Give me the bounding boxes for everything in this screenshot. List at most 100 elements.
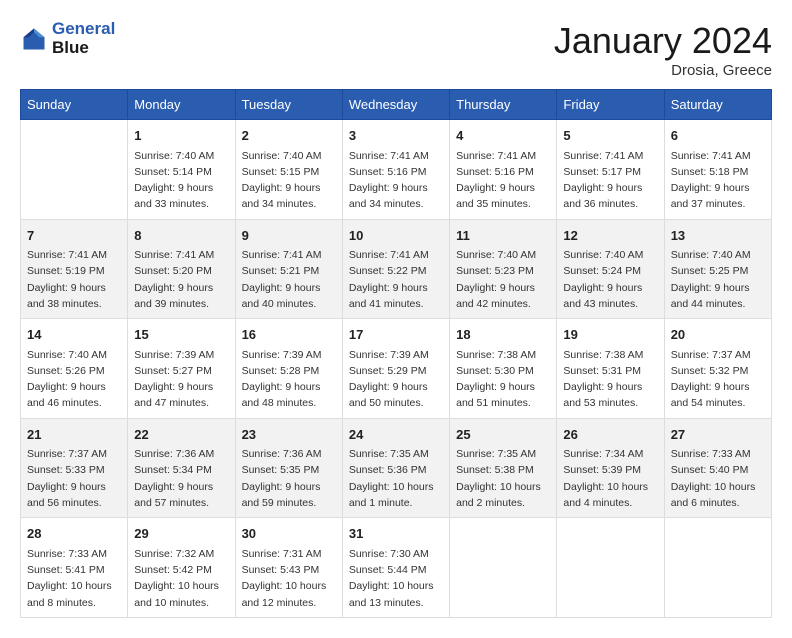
day-info: Sunrise: 7:33 AMSunset: 5:41 PMDaylight:… — [27, 546, 121, 611]
calendar-cell: 6Sunrise: 7:41 AMSunset: 5:18 PMDaylight… — [664, 120, 771, 220]
weekday-header-friday: Friday — [557, 90, 664, 120]
calendar-body: 1Sunrise: 7:40 AMSunset: 5:14 PMDaylight… — [21, 120, 772, 618]
day-number: 3 — [349, 126, 443, 146]
calendar-cell: 31Sunrise: 7:30 AMSunset: 5:44 PMDayligh… — [342, 518, 449, 618]
day-info: Sunrise: 7:41 AMSunset: 5:16 PMDaylight:… — [456, 148, 550, 213]
title-block: January 2024 Drosia, Greece — [554, 20, 772, 79]
calendar-cell: 2Sunrise: 7:40 AMSunset: 5:15 PMDaylight… — [235, 120, 342, 220]
calendar-cell: 15Sunrise: 7:39 AMSunset: 5:27 PMDayligh… — [128, 319, 235, 419]
calendar-cell: 17Sunrise: 7:39 AMSunset: 5:29 PMDayligh… — [342, 319, 449, 419]
day-info: Sunrise: 7:32 AMSunset: 5:42 PMDaylight:… — [134, 546, 228, 611]
day-number: 6 — [671, 126, 765, 146]
day-number: 13 — [671, 226, 765, 246]
day-info: Sunrise: 7:31 AMSunset: 5:43 PMDaylight:… — [242, 546, 336, 611]
calendar-cell: 14Sunrise: 7:40 AMSunset: 5:26 PMDayligh… — [21, 319, 128, 419]
day-info: Sunrise: 7:35 AMSunset: 5:36 PMDaylight:… — [349, 446, 443, 511]
calendar-cell: 25Sunrise: 7:35 AMSunset: 5:38 PMDayligh… — [450, 418, 557, 518]
day-info: Sunrise: 7:41 AMSunset: 5:17 PMDaylight:… — [563, 148, 657, 213]
calendar-cell — [450, 518, 557, 618]
day-number: 9 — [242, 226, 336, 246]
calendar-cell — [664, 518, 771, 618]
logo-icon — [20, 25, 48, 53]
day-number: 17 — [349, 325, 443, 345]
day-number: 30 — [242, 524, 336, 544]
day-number: 15 — [134, 325, 228, 345]
day-number: 12 — [563, 226, 657, 246]
calendar-cell: 5Sunrise: 7:41 AMSunset: 5:17 PMDaylight… — [557, 120, 664, 220]
calendar-week-1: 1Sunrise: 7:40 AMSunset: 5:14 PMDaylight… — [21, 120, 772, 220]
calendar-cell: 24Sunrise: 7:35 AMSunset: 5:36 PMDayligh… — [342, 418, 449, 518]
day-number: 8 — [134, 226, 228, 246]
weekday-header-saturday: Saturday — [664, 90, 771, 120]
day-number: 11 — [456, 226, 550, 246]
calendar-cell: 12Sunrise: 7:40 AMSunset: 5:24 PMDayligh… — [557, 219, 664, 319]
calendar-cell: 1Sunrise: 7:40 AMSunset: 5:14 PMDaylight… — [128, 120, 235, 220]
calendar-week-4: 21Sunrise: 7:37 AMSunset: 5:33 PMDayligh… — [21, 418, 772, 518]
calendar-cell: 29Sunrise: 7:32 AMSunset: 5:42 PMDayligh… — [128, 518, 235, 618]
day-info: Sunrise: 7:41 AMSunset: 5:22 PMDaylight:… — [349, 247, 443, 312]
calendar-cell: 8Sunrise: 7:41 AMSunset: 5:20 PMDaylight… — [128, 219, 235, 319]
day-number: 21 — [27, 425, 121, 445]
day-number: 1 — [134, 126, 228, 146]
day-info: Sunrise: 7:34 AMSunset: 5:39 PMDaylight:… — [563, 446, 657, 511]
day-number: 7 — [27, 226, 121, 246]
day-info: Sunrise: 7:40 AMSunset: 5:14 PMDaylight:… — [134, 148, 228, 213]
day-number: 24 — [349, 425, 443, 445]
calendar-cell: 4Sunrise: 7:41 AMSunset: 5:16 PMDaylight… — [450, 120, 557, 220]
calendar-cell: 9Sunrise: 7:41 AMSunset: 5:21 PMDaylight… — [235, 219, 342, 319]
calendar-table: SundayMondayTuesdayWednesdayThursdayFrid… — [20, 89, 772, 618]
calendar-cell: 20Sunrise: 7:37 AMSunset: 5:32 PMDayligh… — [664, 319, 771, 419]
calendar-cell: 13Sunrise: 7:40 AMSunset: 5:25 PMDayligh… — [664, 219, 771, 319]
day-info: Sunrise: 7:41 AMSunset: 5:19 PMDaylight:… — [27, 247, 121, 312]
logo: General Blue — [20, 20, 115, 57]
weekday-header-monday: Monday — [128, 90, 235, 120]
calendar-cell: 21Sunrise: 7:37 AMSunset: 5:33 PMDayligh… — [21, 418, 128, 518]
calendar-cell: 10Sunrise: 7:41 AMSunset: 5:22 PMDayligh… — [342, 219, 449, 319]
day-number: 28 — [27, 524, 121, 544]
day-info: Sunrise: 7:38 AMSunset: 5:31 PMDaylight:… — [563, 347, 657, 412]
day-info: Sunrise: 7:38 AMSunset: 5:30 PMDaylight:… — [456, 347, 550, 412]
day-info: Sunrise: 7:36 AMSunset: 5:34 PMDaylight:… — [134, 446, 228, 511]
calendar-cell: 26Sunrise: 7:34 AMSunset: 5:39 PMDayligh… — [557, 418, 664, 518]
calendar-cell: 27Sunrise: 7:33 AMSunset: 5:40 PMDayligh… — [664, 418, 771, 518]
day-info: Sunrise: 7:39 AMSunset: 5:29 PMDaylight:… — [349, 347, 443, 412]
day-info: Sunrise: 7:37 AMSunset: 5:33 PMDaylight:… — [27, 446, 121, 511]
day-number: 22 — [134, 425, 228, 445]
calendar-cell — [557, 518, 664, 618]
calendar-cell: 3Sunrise: 7:41 AMSunset: 5:16 PMDaylight… — [342, 120, 449, 220]
calendar-cell: 18Sunrise: 7:38 AMSunset: 5:30 PMDayligh… — [450, 319, 557, 419]
day-number: 5 — [563, 126, 657, 146]
day-info: Sunrise: 7:41 AMSunset: 5:18 PMDaylight:… — [671, 148, 765, 213]
day-info: Sunrise: 7:40 AMSunset: 5:25 PMDaylight:… — [671, 247, 765, 312]
day-number: 19 — [563, 325, 657, 345]
day-info: Sunrise: 7:39 AMSunset: 5:27 PMDaylight:… — [134, 347, 228, 412]
day-info: Sunrise: 7:41 AMSunset: 5:20 PMDaylight:… — [134, 247, 228, 312]
calendar-cell: 19Sunrise: 7:38 AMSunset: 5:31 PMDayligh… — [557, 319, 664, 419]
calendar-cell: 30Sunrise: 7:31 AMSunset: 5:43 PMDayligh… — [235, 518, 342, 618]
day-number: 23 — [242, 425, 336, 445]
day-number: 20 — [671, 325, 765, 345]
weekday-header-thursday: Thursday — [450, 90, 557, 120]
day-number: 18 — [456, 325, 550, 345]
day-number: 25 — [456, 425, 550, 445]
day-number: 2 — [242, 126, 336, 146]
calendar-header: SundayMondayTuesdayWednesdayThursdayFrid… — [21, 90, 772, 120]
day-info: Sunrise: 7:36 AMSunset: 5:35 PMDaylight:… — [242, 446, 336, 511]
day-number: 4 — [456, 126, 550, 146]
day-info: Sunrise: 7:35 AMSunset: 5:38 PMDaylight:… — [456, 446, 550, 511]
day-info: Sunrise: 7:37 AMSunset: 5:32 PMDaylight:… — [671, 347, 765, 412]
day-number: 10 — [349, 226, 443, 246]
day-info: Sunrise: 7:33 AMSunset: 5:40 PMDaylight:… — [671, 446, 765, 511]
day-number: 27 — [671, 425, 765, 445]
weekday-header-sunday: Sunday — [21, 90, 128, 120]
weekday-header-row: SundayMondayTuesdayWednesdayThursdayFrid… — [21, 90, 772, 120]
day-info: Sunrise: 7:40 AMSunset: 5:15 PMDaylight:… — [242, 148, 336, 213]
calendar-week-3: 14Sunrise: 7:40 AMSunset: 5:26 PMDayligh… — [21, 319, 772, 419]
calendar-cell: 7Sunrise: 7:41 AMSunset: 5:19 PMDaylight… — [21, 219, 128, 319]
weekday-header-tuesday: Tuesday — [235, 90, 342, 120]
day-number: 29 — [134, 524, 228, 544]
day-number: 16 — [242, 325, 336, 345]
day-info: Sunrise: 7:41 AMSunset: 5:21 PMDaylight:… — [242, 247, 336, 312]
calendar-cell: 16Sunrise: 7:39 AMSunset: 5:28 PMDayligh… — [235, 319, 342, 419]
calendar-week-5: 28Sunrise: 7:33 AMSunset: 5:41 PMDayligh… — [21, 518, 772, 618]
